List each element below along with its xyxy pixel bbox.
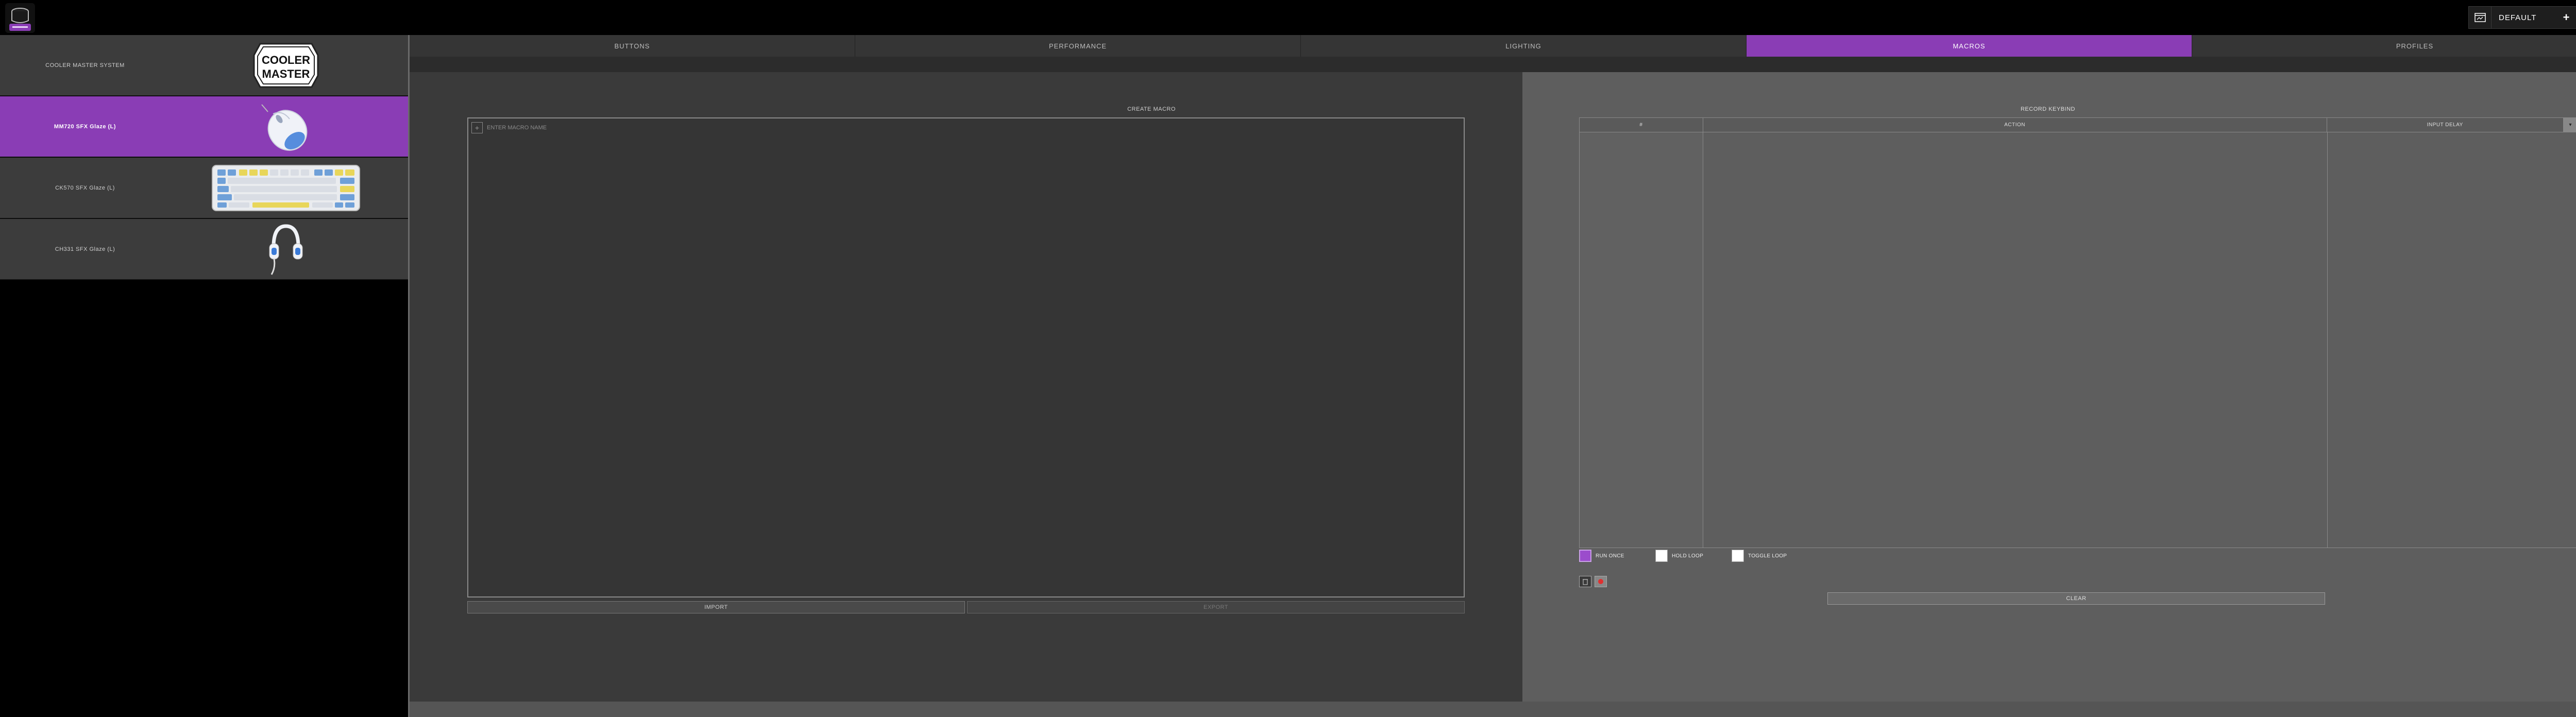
trash-icon[interactable] <box>1579 576 1591 587</box>
record-keybind-panel: RECORD KEYBIND # ACTION INPUT DELAY ▾ RU… <box>1522 72 2576 702</box>
record-table-body[interactable] <box>1580 132 2576 548</box>
chevron-down-icon[interactable]: ▾ <box>2573 14 2576 21</box>
loop-options: RUN ONCE HOLD LOOP TOGGLE LOOP <box>1579 548 1799 564</box>
main-tabs: BUTTONS PERFORMANCE LIGHTING MACROS PROF… <box>410 35 2576 57</box>
tab-buttons[interactable]: BUTTONS <box>410 35 855 57</box>
record-dot <box>1598 579 1603 584</box>
logo-text-bottom: MASTER <box>262 67 310 80</box>
chevron-down-icon[interactable]: ▾ <box>2564 118 2576 132</box>
sidebar-item-label: CK570 SFX Glaze (L) <box>55 185 115 191</box>
import-button[interactable]: IMPORT <box>467 601 965 613</box>
action-column <box>1703 132 2328 548</box>
hold-loop-option[interactable]: HOLD LOOP <box>1655 550 1719 562</box>
create-macro-title: CREATE MACRO <box>1127 106 1176 112</box>
tab-lighting[interactable]: LIGHTING <box>1301 35 1747 57</box>
export-button[interactable]: EXPORT <box>967 601 1465 613</box>
add-profile-button[interactable]: + <box>2560 11 2573 24</box>
toggle-loop-option[interactable]: TOGGLE LOOP <box>1732 550 1787 562</box>
macro-list[interactable]: + <box>467 117 1465 598</box>
headset-image <box>206 219 366 280</box>
record-icon[interactable] <box>1595 576 1607 587</box>
number-column <box>1580 132 1703 548</box>
cooler-master-logo: COOLER MASTER <box>206 35 366 96</box>
sidebar-item-keyboard[interactable]: CK570 SFX Glaze (L) <box>0 158 409 218</box>
run-once-label: RUN ONCE <box>1596 553 1624 559</box>
tab-performance[interactable]: PERFORMANCE <box>855 35 1301 57</box>
profile-selector[interactable]: DEFAULT + ▾ <box>2468 6 2576 29</box>
record-keybind-title: RECORD KEYBIND <box>2020 106 2076 112</box>
run-once-checkbox[interactable] <box>1579 550 1591 562</box>
sidebar-item-system[interactable]: COOLER MASTER SYSTEM COOLER MASTER <box>0 35 409 96</box>
sidebar-item-label: MM720 SFX Glaze (L) <box>54 124 116 130</box>
record-tools <box>1579 576 1610 587</box>
create-macro-panel: CREATE MACRO + IMPORT EXPORT <box>410 72 1522 702</box>
macro-name-input[interactable] <box>487 125 641 131</box>
sub-bar <box>410 57 2576 72</box>
toggle-loop-checkbox[interactable] <box>1732 550 1744 562</box>
logo-text-top: COOLER <box>262 54 310 66</box>
column-header-input-delay: INPUT DELAY <box>2327 118 2564 132</box>
toggle-loop-label: TOGGLE LOOP <box>1748 553 1787 559</box>
device-sidebar: COOLER MASTER SYSTEM COOLER MASTER MM720… <box>0 35 409 717</box>
profile-window-icon[interactable] <box>2469 7 2492 28</box>
record-table-header: # ACTION INPUT DELAY ▾ <box>1580 118 2576 132</box>
run-once-option[interactable]: RUN ONCE <box>1579 550 1643 562</box>
profile-name: DEFAULT <box>2499 13 2537 22</box>
keyboard-image <box>206 158 366 218</box>
clear-button[interactable]: CLEAR <box>1827 592 2325 605</box>
record-table: # ACTION INPUT DELAY ▾ <box>1579 117 2576 548</box>
column-header-number: # <box>1580 118 1703 132</box>
add-macro-button[interactable]: + <box>471 122 483 133</box>
sidebar-item-label: CH331 SFX Glaze (L) <box>55 246 115 252</box>
title-bar: DEFAULT + ▾ – ❐ ✕ ⤡ <box>0 0 2576 35</box>
tab-profiles[interactable]: PROFILES <box>2192 35 2576 57</box>
sidebar-item-headset[interactable]: CH331 SFX Glaze (L) <box>0 219 409 280</box>
cooler-master-app-icon[interactable] <box>5 3 35 33</box>
column-header-action: ACTION <box>1703 118 2327 132</box>
delay-column <box>2328 132 2576 548</box>
mouse-image <box>206 96 366 157</box>
macro-entry-row: + <box>471 122 641 134</box>
bottom-strip <box>410 702 2576 717</box>
hold-loop-label: HOLD LOOP <box>1672 553 1704 559</box>
hold-loop-checkbox[interactable] <box>1655 550 1668 562</box>
sidebar-item-label: COOLER MASTER SYSTEM <box>45 62 125 69</box>
tab-macros[interactable]: MACROS <box>1747 35 2192 57</box>
sidebar-item-mouse[interactable]: MM720 SFX Glaze (L) <box>0 96 409 157</box>
